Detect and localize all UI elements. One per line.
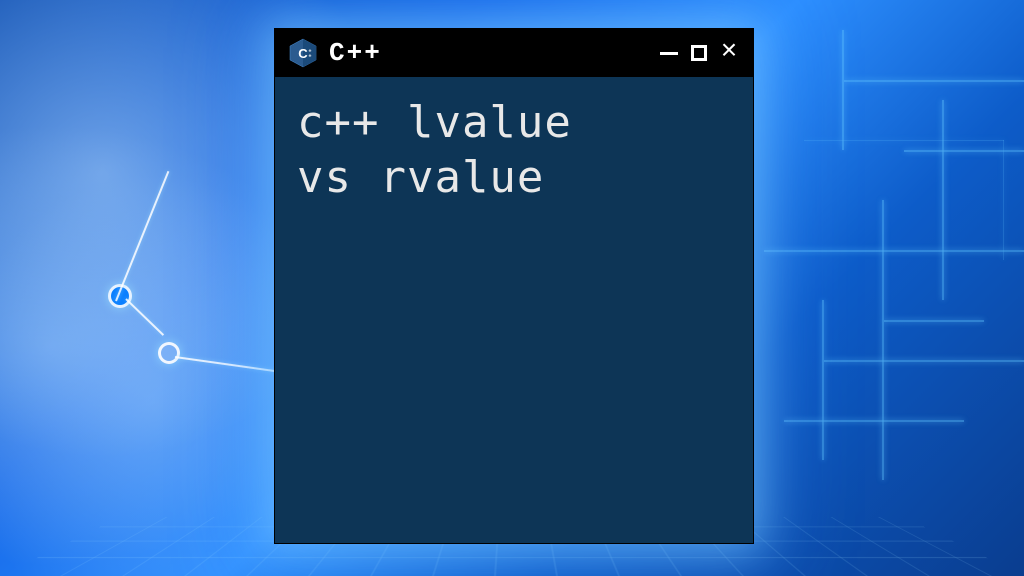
maximize-icon	[691, 45, 707, 61]
close-button[interactable]: ×	[717, 41, 741, 65]
window-controls: ×	[657, 41, 741, 65]
app-window: C + + C++ × c++ lvalue vs rvalue	[274, 28, 754, 544]
cpp-icon: C + +	[287, 37, 319, 69]
close-icon: ×	[721, 39, 738, 67]
body-content: c++ lvalue vs rvalue	[297, 95, 731, 205]
body-line-1: c++ lvalue	[297, 97, 572, 148]
maximize-button[interactable]	[687, 41, 711, 65]
window-title: C++	[329, 38, 647, 68]
titlebar[interactable]: C + + C++ ×	[275, 29, 753, 77]
svg-text:C: C	[298, 46, 308, 61]
minimize-button[interactable]	[657, 41, 681, 65]
window-body: c++ lvalue vs rvalue	[275, 77, 753, 543]
svg-text:+: +	[309, 54, 312, 60]
body-line-2: vs rvalue	[297, 152, 544, 203]
minimize-icon	[660, 52, 678, 55]
